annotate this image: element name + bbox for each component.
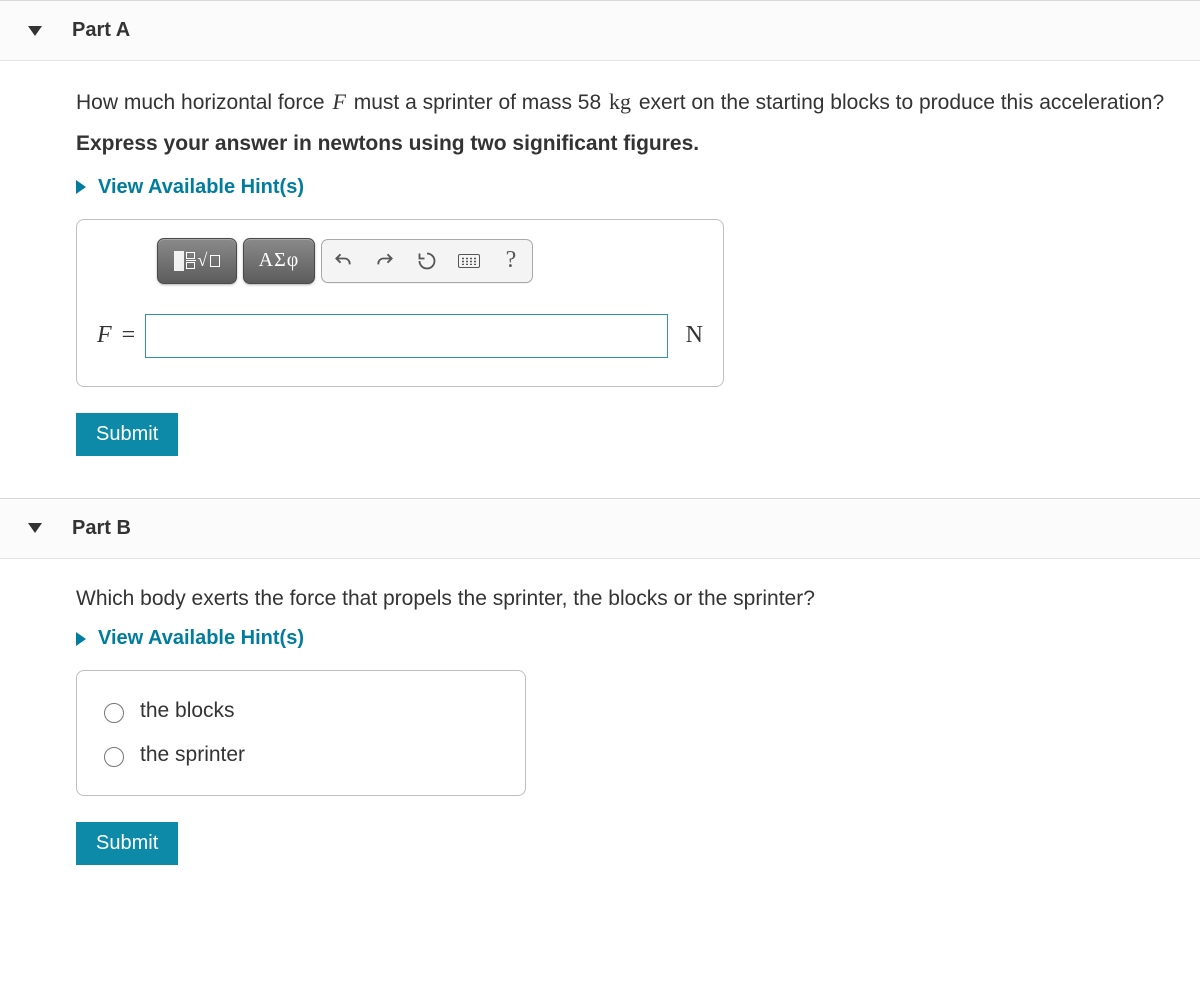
toolbar-actions: ? — [321, 239, 533, 283]
part-b-header[interactable]: Part B — [0, 498, 1200, 559]
equation-toolbar: ΑΣφ ? — [157, 238, 703, 284]
part-a-body: How much horizontal force F must a sprin… — [0, 61, 1200, 480]
radio-the-blocks[interactable] — [104, 703, 124, 723]
symbols-button[interactable]: ΑΣφ — [243, 238, 315, 284]
answer-instruction: Express your answer in newtons using two… — [76, 132, 1176, 156]
answer-input-row: F = N — [97, 314, 703, 358]
radio-the-sprinter[interactable] — [104, 747, 124, 767]
hints-label-b: View Available Hint(s) — [98, 627, 304, 650]
part-a-header[interactable]: Part A — [0, 0, 1200, 61]
question-post: exert on the starting blocks to produce … — [633, 91, 1164, 114]
undo-icon — [333, 251, 353, 271]
multiple-choice-box: the blocks the sprinter — [76, 670, 526, 796]
view-hints-link-a[interactable]: View Available Hint(s) — [76, 176, 1176, 199]
part-b-title: Part B — [72, 517, 131, 540]
equals-sign: = — [122, 322, 136, 349]
templates-icon — [174, 249, 221, 272]
undo-button[interactable] — [322, 240, 364, 282]
question-text-b: Which body exerts the force that propels… — [76, 583, 1176, 616]
chevron-down-icon — [28, 523, 42, 533]
redo-icon — [375, 251, 395, 271]
keyboard-icon — [458, 254, 480, 268]
view-hints-link-b[interactable]: View Available Hint(s) — [76, 627, 1176, 650]
reset-button[interactable] — [406, 240, 448, 282]
chevron-right-icon — [76, 180, 86, 194]
redo-button[interactable] — [364, 240, 406, 282]
help-icon: ? — [506, 247, 517, 274]
part-b-body: Which body exerts the force that propels… — [0, 559, 1200, 890]
answer-input[interactable] — [145, 314, 667, 358]
greek-symbols-icon: ΑΣφ — [259, 249, 300, 272]
chevron-right-icon — [76, 632, 86, 646]
option-the-blocks[interactable]: the blocks — [99, 689, 503, 733]
hints-label: View Available Hint(s) — [98, 176, 304, 199]
keyboard-button[interactable] — [448, 240, 490, 282]
question-pre: How much horizontal force — [76, 91, 330, 114]
option-the-sprinter[interactable]: the sprinter — [99, 733, 503, 777]
templates-button[interactable] — [157, 238, 237, 284]
question-var-f: F — [332, 89, 345, 114]
lhs-variable: F — [97, 322, 112, 349]
option-label: the blocks — [140, 699, 235, 723]
option-label: the sprinter — [140, 743, 245, 767]
help-button[interactable]: ? — [490, 240, 532, 282]
question-unit-kg: kg — [609, 89, 631, 114]
submit-button-a[interactable]: Submit — [76, 413, 178, 456]
question-mid: must a sprinter of mass 58 — [348, 91, 607, 114]
answer-entry-box: ΑΣφ ? — [76, 219, 724, 387]
answer-unit: N — [686, 322, 703, 349]
question-text: How much horizontal force F must a sprin… — [76, 85, 1176, 120]
chevron-down-icon — [28, 26, 42, 36]
part-a-title: Part A — [72, 19, 130, 42]
reset-icon — [417, 251, 437, 271]
submit-button-b[interactable]: Submit — [76, 822, 178, 865]
